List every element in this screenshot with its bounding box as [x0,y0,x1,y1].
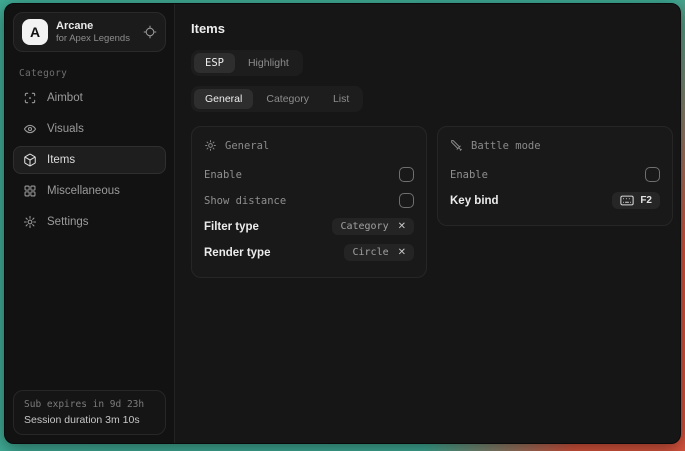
setting-row: Enable [450,162,660,187]
sidebar-item-label: Items [47,154,75,166]
keybind-value: F2 [640,195,652,206]
panel-battle-mode: Battle mode Enable Key bind F2 [437,126,673,226]
sidebar-item-label: Aimbot [47,92,83,104]
gear-icon [23,215,37,229]
select-chip[interactable]: Circle ✕ [344,244,414,261]
mode-tab-group: ESP Highlight [191,50,303,76]
panel-title: General [225,140,269,152]
panel-general: General Enable Show distance Filter type… [191,126,427,278]
sidebar-item-visuals[interactable]: Visuals [13,115,166,143]
select-value: Circle [352,247,388,258]
tab-highlight[interactable]: Highlight [237,53,300,73]
keybind-button[interactable]: F2 [612,192,660,209]
setting-label: Enable [450,169,488,181]
brand-text: Arcane for Apex Legends [56,20,130,44]
app-title: Arcane [56,20,130,32]
sidebar: A Arcane for Apex Legends Category Aimbo… [5,4,175,443]
desktop-backdrop: A Arcane for Apex Legends Category Aimbo… [0,0,685,451]
tab-esp[interactable]: ESP [194,53,235,73]
app-logo: A [22,19,48,45]
select-value: Category [340,221,388,232]
setting-label: Enable [204,169,242,181]
setting-row: Enable [204,162,414,187]
subscription-status-card: Sub expires in 9d 23h Session duration 3… [13,390,166,435]
crosshair-locate-icon[interactable] [143,25,157,39]
app-window: A Arcane for Apex Legends Category Aimbo… [4,3,681,444]
setting-row: Show distance [204,188,414,213]
sidebar-item-miscellaneous[interactable]: Miscellaneous [13,177,166,205]
setting-row: Filter type Category ✕ [204,214,414,239]
sidebar-item-label: Miscellaneous [47,185,120,197]
sidebar-item-label: Visuals [47,123,84,135]
panel-header: General [204,139,414,152]
panel-title: Battle mode [471,140,541,152]
sidebar-nav: Aimbot Visuals Items Miscellaneous Setti… [13,84,166,236]
setting-row: Key bind F2 [450,188,660,213]
checkbox[interactable] [399,167,414,182]
setting-label: Filter type [204,221,259,233]
clear-icon[interactable]: ✕ [398,248,406,258]
sidebar-item-label: Settings [47,216,89,228]
sidebar-item-items[interactable]: Items [13,146,166,174]
app-subtitle: for Apex Legends [56,33,130,44]
sidebar-section-label: Category [19,68,160,79]
sidebar-item-aimbot[interactable]: Aimbot [13,84,166,112]
sword-icon [450,139,463,152]
panel-header: Battle mode [450,139,660,152]
panel-rows: Enable Show distance Filter type Categor… [204,162,414,265]
panels-container: General Enable Show distance Filter type… [191,126,673,278]
package-icon [23,153,37,167]
grid-icon [23,184,37,198]
clear-icon[interactable]: ✕ [398,222,406,232]
session-duration-text: Session duration 3m 10s [24,414,155,426]
sidebar-item-settings[interactable]: Settings [13,208,166,236]
setting-label: Render type [204,247,270,259]
aim-scan-icon [23,91,37,105]
checkbox[interactable] [399,193,414,208]
subtab-list[interactable]: List [322,89,360,109]
subtab-general[interactable]: General [194,89,253,109]
sun-icon [204,139,217,152]
eye-icon [23,122,37,136]
subtab-category[interactable]: Category [255,89,320,109]
checkbox[interactable] [645,167,660,182]
brand-card[interactable]: A Arcane for Apex Legends [13,12,166,52]
select-chip[interactable]: Category ✕ [332,218,414,235]
main-content: Items ESP Highlight General Category Lis… [175,4,681,443]
page-title: Items [191,21,673,36]
setting-row: Render type Circle ✕ [204,240,414,265]
setting-label: Key bind [450,195,499,207]
keyboard-icon [620,195,634,206]
panel-rows: Enable Key bind F2 [450,162,660,213]
setting-label: Show distance [204,195,286,207]
view-tab-group: General Category List [191,86,363,112]
sub-expiry-text: Sub expires in 9d 23h [24,399,155,410]
